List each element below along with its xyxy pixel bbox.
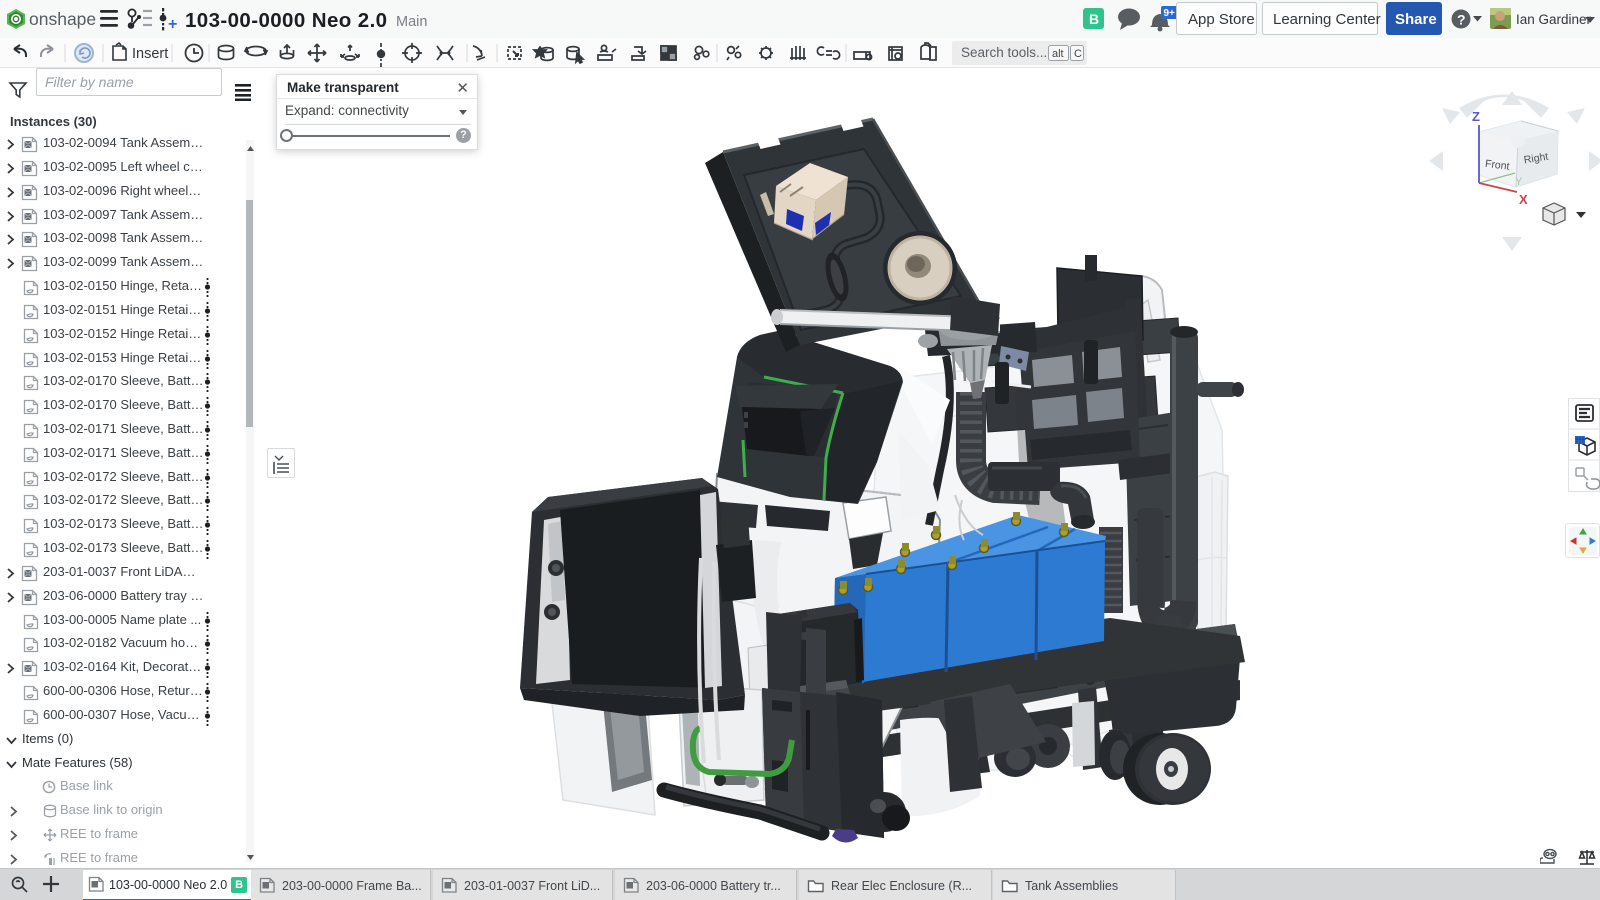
svg-text:alt: alt <box>1052 48 1064 60</box>
svg-text:103-00-0000 Neo 2.0: 103-00-0000 Neo 2.0 <box>185 9 387 32</box>
svg-text:App Store: App Store <box>1188 11 1255 28</box>
svg-text:Main: Main <box>396 14 427 30</box>
svg-text:B: B <box>1089 11 1099 27</box>
svg-text:+: + <box>168 16 177 33</box>
svg-text:9+: 9+ <box>1164 8 1176 19</box>
svg-text:Search tools...: Search tools... <box>961 45 1047 60</box>
svg-text:C: C <box>1074 48 1082 60</box>
svg-text:?: ? <box>1457 12 1466 28</box>
svg-text:onshape: onshape <box>29 9 96 29</box>
svg-text:Learning Center: Learning Center <box>1273 11 1381 28</box>
svg-text:Share: Share <box>1395 11 1437 28</box>
svg-text:Insert: Insert <box>132 46 168 62</box>
